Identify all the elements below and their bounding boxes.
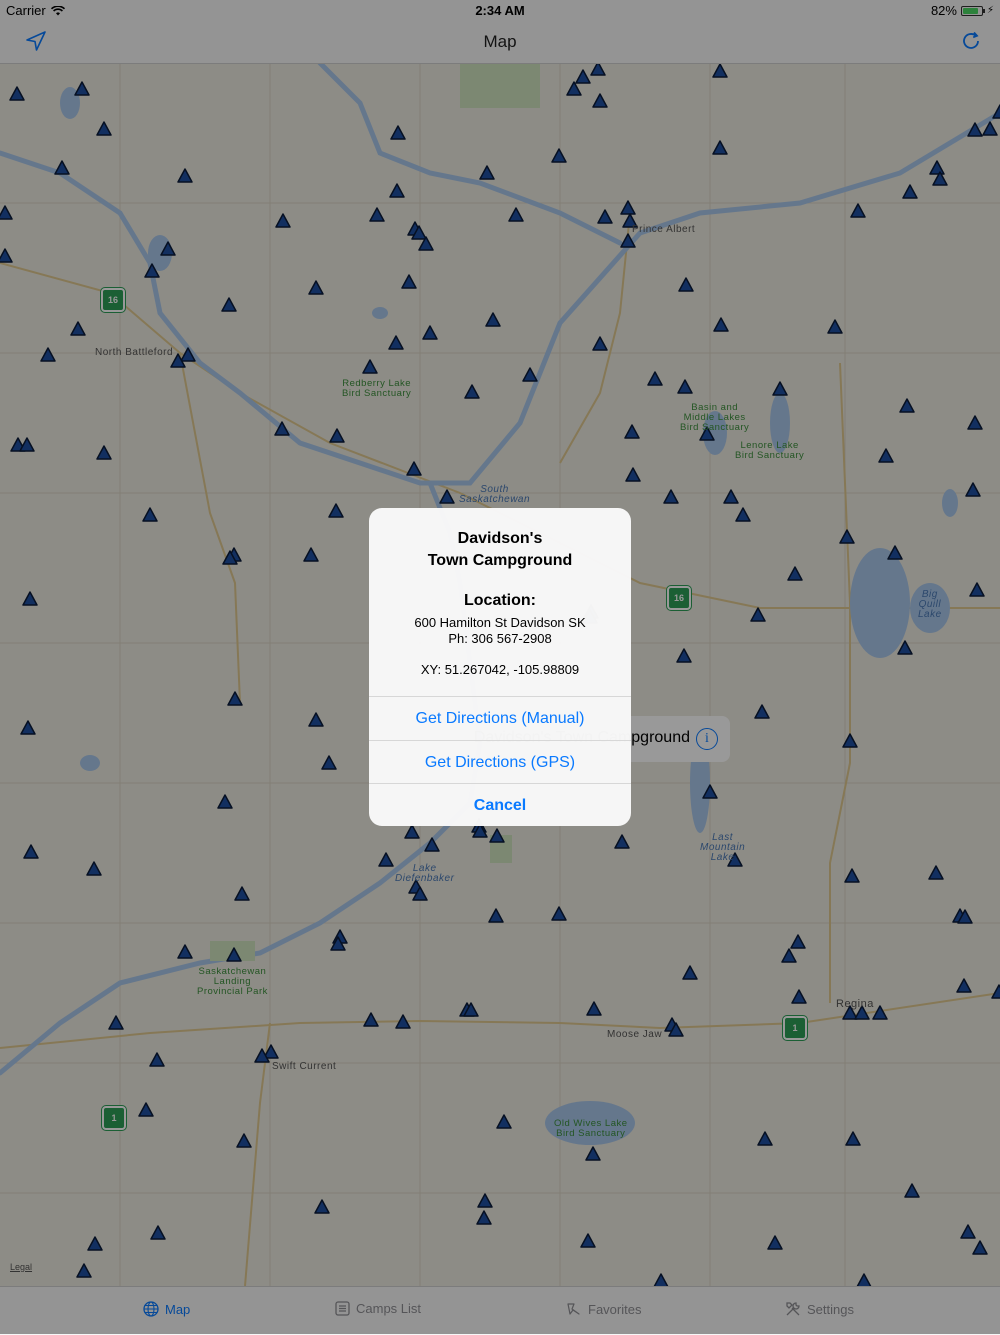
get-directions-gps-button[interactable]: Get Directions (GPS) [369, 740, 631, 784]
alert-location-heading: Location: [464, 592, 536, 609]
alert-title-line1: Davidson's [457, 530, 543, 547]
alert-coordinates: XY: 51.267042, -105.98809 [420, 662, 580, 677]
cancel-button[interactable]: Cancel [369, 783, 631, 826]
campground-alert: Davidson's Town Campground Location: 600… [369, 508, 631, 826]
alert-title-line2: Town Campground [427, 552, 573, 569]
alert-title: Davidson's Town Campground [369, 528, 631, 572]
alert-phone: Ph: 306 567-2908 [448, 631, 552, 646]
get-directions-manual-button[interactable]: Get Directions (Manual) [369, 696, 631, 740]
alert-address: 600 Hamilton St Davidson SK [414, 615, 586, 630]
